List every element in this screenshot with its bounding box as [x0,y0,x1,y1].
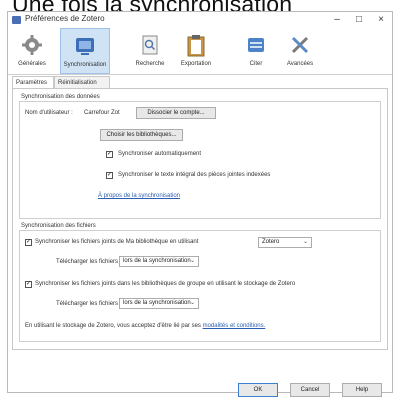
file-sync-group: ✓ Synchroniser les fichiers joints de Ma… [19,230,381,342]
gear-icon [22,35,42,55]
folder-icon [248,38,264,52]
help-button[interactable]: Help [342,383,382,397]
group-library-sync-checkbox[interactable]: ✓ [25,281,32,288]
auto-sync-checkbox[interactable]: ✓ [106,151,113,158]
storage-service-select[interactable]: Zotero ⌄ [258,237,312,248]
minimize-button[interactable]: – [326,12,348,28]
search-icon [142,35,158,55]
storage-service-value: Zotero [262,239,280,245]
window-title: Préférences de Zotero [25,14,105,23]
storage-terms-prefix: En utilisant le stockage de Zotero, vous… [25,323,201,329]
maximize-button[interactable]: □ [348,12,370,28]
tab-advanced-label: Avancées [286,61,314,67]
tools-icon [291,36,309,54]
fulltext-sync-label: Synchroniser le texte intégral des pièce… [118,172,271,178]
tab-parameters[interactable]: Paramètres [12,76,54,88]
sync-icon [76,38,94,55]
tab-sync-label: Synchronisation [63,62,107,68]
download-files-label-1: Télécharger les fichiers [56,259,119,265]
fulltext-sync-checkbox[interactable]: ✓ [106,172,113,179]
group-library-sync-label: Synchroniser les fichiers joints dans le… [35,281,296,287]
terms-link[interactable]: modalités et conditions. [203,323,266,329]
chevron-down-icon: ⌄ [302,239,308,245]
tab-reset[interactable]: Réinitialisation [54,76,110,88]
title-bar: Préférences de Zotero – □ × [8,12,392,28]
data-sync-title: Synchronisation des données [21,94,100,100]
storage-terms-text: En utilisant le stockage de Zotero, vous… [25,323,265,329]
file-sync-title: Synchronisation des fichiers [21,223,96,229]
tab-advanced[interactable]: Avancées [278,28,322,74]
settings-panel: Synchronisation des données Nom d'utilis… [12,88,388,350]
tab-cite-label: Citer [249,61,263,67]
chevron-down-icon: ⌄ [189,300,195,306]
username-value: Carrefour Zot [84,110,120,116]
zotero-app-icon [12,16,21,24]
my-library-sync-checkbox[interactable]: ✓ [25,239,32,246]
data-sync-group: Nom d'utilisateur : Carrefour Zot Dissoc… [19,101,381,219]
download-mode-value-2: lors de la synchronisation [123,300,191,306]
choose-libraries-button[interactable]: Choisir les bibliothèques... [100,129,183,141]
username-label: Nom d'utilisateur : [25,110,73,116]
tab-search-label: Recherche [135,61,165,67]
clipboard-icon [187,35,205,57]
close-button[interactable]: × [370,12,392,28]
tab-sync[interactable]: Synchronisation [60,28,110,74]
about-sync-link[interactable]: À propos de la synchronisation [98,193,180,199]
tab-search[interactable]: Recherche [128,28,172,74]
tab-general[interactable]: Générales [10,28,54,74]
unlink-account-button[interactable]: Dissocier le compte... [136,107,216,119]
tab-export-label: Exportation [180,61,212,67]
download-mode-value-1: lors de la synchronisation [123,258,191,264]
download-mode-select-2[interactable]: lors de la synchronisation ⌄ [119,298,199,309]
preferences-toolbar: Générales Synchronisation Recherche Expo… [8,28,392,75]
tab-general-label: Générales [18,61,46,67]
download-files-label-2: Télécharger les fichiers [56,301,119,307]
auto-sync-label: Synchroniser automatiquement [118,151,202,157]
tab-cite[interactable]: Citer [234,28,278,74]
cancel-button[interactable]: Cancel [290,383,330,397]
chevron-down-icon: ⌄ [189,258,195,264]
download-mode-select-1[interactable]: lors de la synchronisation ⌄ [119,256,199,267]
my-library-sync-label: Synchroniser les fichiers joints de Ma b… [35,239,199,245]
tab-export[interactable]: Exportation [172,28,220,74]
ok-button[interactable]: OK [238,383,278,397]
preferences-window: Préférences de Zotero – □ × Générales Sy… [7,11,393,397]
